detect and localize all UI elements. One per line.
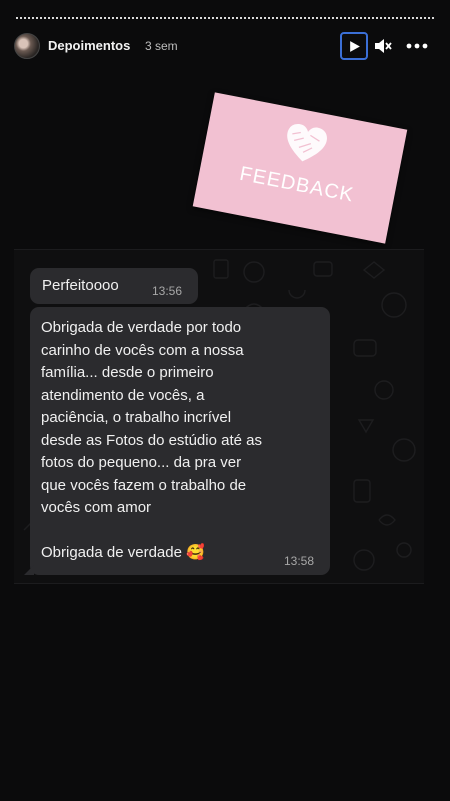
message-time: 13:56 <box>152 284 183 298</box>
story-progress-bar <box>16 17 434 21</box>
username[interactable]: Depoimentos <box>48 38 130 53</box>
story-header: Depoimentos 3 sem <box>14 32 436 60</box>
feedback-label: FEEDBACK <box>237 162 356 207</box>
post-time: 3 sem <box>145 39 178 53</box>
mute-icon[interactable] <box>374 38 392 54</box>
play-icon <box>349 40 360 52</box>
message-time: 13:58 <box>284 554 315 568</box>
play-button[interactable] <box>340 32 368 60</box>
chat-screenshot: Perfeitoooo 13:56 Obrigada de verdade po… <box>14 249 424 584</box>
heart-icon <box>287 124 327 162</box>
chat-message: Obrigada de verdade por todo carinho de … <box>24 307 330 575</box>
more-icon[interactable] <box>406 37 428 55</box>
message-text: Obrigada de verdade por todo carinho de … <box>41 319 262 561</box>
avatar[interactable] <box>14 33 40 59</box>
bubble-tail <box>24 565 34 575</box>
feedback-sticker: FEEDBACK <box>192 92 408 244</box>
message-text: Perfeitoooo <box>42 277 119 294</box>
chat-message: Perfeitoooo 13:56 <box>30 268 198 304</box>
